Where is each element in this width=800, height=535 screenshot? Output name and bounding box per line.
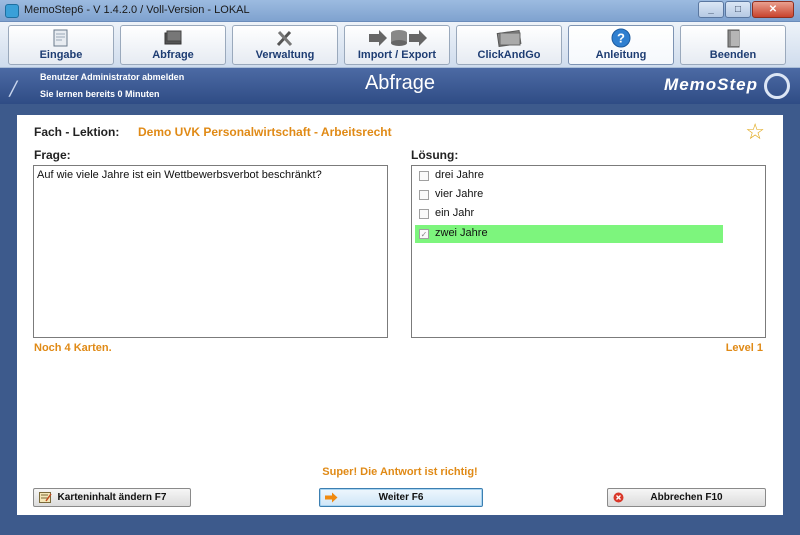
app-icon [5, 4, 19, 18]
brand-logo-text: MemoStep [664, 75, 758, 94]
toolbar-label: Verwaltung [255, 49, 315, 61]
main-toolbar: Eingabe Abfrage Verwaltung Import / Expo… [0, 22, 800, 68]
toolbar-eingabe-button[interactable]: Eingabe [8, 25, 114, 65]
window-title: MemoStep6 - V 1.4.2.0 / Voll-Version - L… [24, 4, 250, 16]
toolbar-clickandgo-button[interactable]: ClickAndGo [456, 25, 562, 65]
next-button[interactable]: Weiter F6 [319, 488, 483, 507]
level-indicator: Level 1 [725, 342, 763, 354]
maximize-button[interactable]: □ [725, 1, 751, 18]
answer-box: drei Jahre vier Jahre ein Jahr ✓ zwei Ja… [411, 165, 766, 338]
answer-label: Lösung: [411, 148, 459, 162]
cards-icon [494, 28, 524, 48]
favorite-star-icon[interactable]: ☆ [745, 119, 765, 145]
toolbar-import-export-button[interactable]: Import / Export [344, 25, 450, 65]
toolbar-label: Beenden [709, 49, 757, 61]
option-text: vier Jahre [435, 188, 484, 200]
toolbar-anleitung-button[interactable]: ? Anleitung [568, 25, 674, 65]
subject-value: Demo UVK Personalwirtschaft - Arbeitsrec… [138, 125, 392, 139]
cards-remaining: Noch 4 Karten. [34, 342, 112, 354]
button-label: Weiter F6 [378, 492, 424, 503]
option-text: zwei Jahre [435, 227, 488, 239]
toolbar-label: Abfrage [152, 49, 194, 61]
answer-option[interactable]: vier Jahre [415, 186, 723, 204]
answer-option[interactable]: ein Jahr [415, 205, 723, 223]
toolbar-verwaltung-button[interactable]: Verwaltung [232, 25, 338, 65]
option-text: drei Jahre [435, 169, 484, 181]
edit-card-button[interactable]: Karteninhalt ändern F7 [33, 488, 191, 507]
window-titlebar: MemoStep6 - V 1.4.2.0 / Voll-Version - L… [0, 0, 800, 22]
button-label: Karteninhalt ändern F7 [57, 492, 167, 503]
answer-option[interactable]: drei Jahre [415, 167, 723, 185]
close-button[interactable]: ✕ [752, 1, 794, 18]
card-stack-icon [163, 28, 183, 48]
option-checkbox-checked[interactable]: ✓ [419, 229, 429, 239]
answer-option-correct[interactable]: ✓ zwei Jahre [415, 225, 723, 243]
svg-text:?: ? [617, 31, 625, 46]
tools-icon [275, 28, 295, 48]
toolbar-label: Eingabe [39, 49, 83, 61]
option-text: ein Jahr [435, 207, 475, 219]
toolbar-beenden-button[interactable]: Beenden [680, 25, 786, 65]
toolbar-label: Import / Export [357, 49, 437, 61]
question-box: Auf wie viele Jahre ist ein Wettbewerbsv… [33, 165, 388, 338]
toolbar-label: ClickAndGo [477, 49, 541, 61]
brand-logo-icon [764, 73, 790, 99]
database-arrows-icon [367, 28, 427, 48]
cancel-button[interactable]: Abbrechen F10 [607, 488, 766, 507]
option-checkbox[interactable] [419, 209, 429, 219]
button-label: Abbrechen F10 [650, 492, 723, 503]
subject-label: Fach - Lektion: [34, 125, 120, 139]
window-controls: _ □ ✕ [697, 1, 794, 18]
minimize-button[interactable]: _ [698, 1, 724, 18]
feedback-message: Super! Die Antwort ist richtig! [322, 466, 478, 478]
help-icon: ? [611, 28, 631, 48]
option-checkbox[interactable] [419, 171, 429, 181]
toolbar-abfrage-button[interactable]: Abfrage [120, 25, 226, 65]
option-checkbox[interactable] [419, 190, 429, 200]
toolbar-label: Anleitung [595, 49, 647, 61]
page-header: / Benutzer Administrator abmelden Sie le… [0, 68, 800, 104]
door-exit-icon [723, 28, 743, 48]
quiz-panel: Fach - Lektion: Demo UVK Personalwirtsch… [17, 115, 783, 515]
pencil-sheet-icon [51, 28, 71, 48]
question-label: Frage: [34, 148, 71, 162]
